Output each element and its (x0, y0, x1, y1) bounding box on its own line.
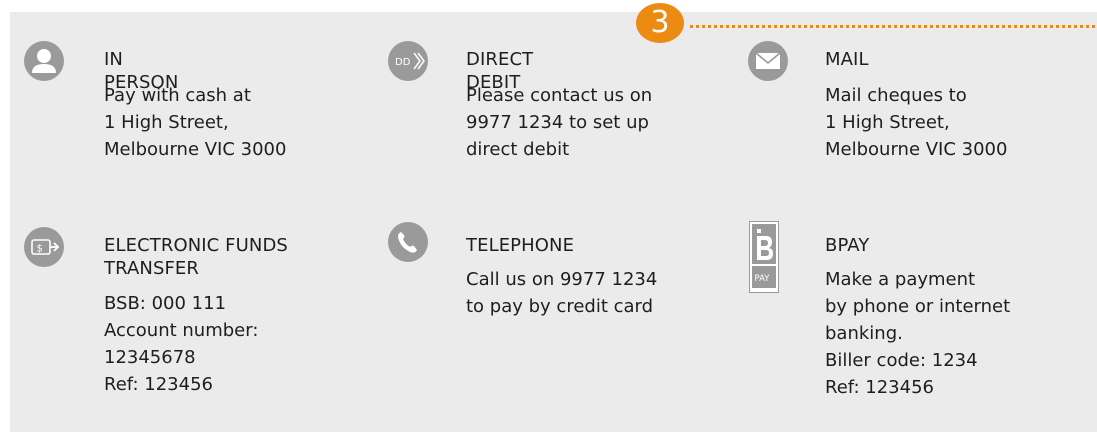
title-line: TRANSFER (104, 258, 200, 279)
detail-line: Mail cheques to (825, 85, 967, 106)
method-details: Make a payment by phone or internet bank… (825, 266, 1010, 401)
detail-line: 9977 1234 to set up (466, 112, 649, 133)
method-details: Call us on 9977 1234 to pay by credit ca… (466, 266, 657, 320)
detail-line: Account number: (104, 320, 259, 341)
detail-line: Melbourne VIC 3000 (104, 139, 287, 160)
detail-line: by phone or internet (825, 296, 1011, 317)
method-details: Pay with cash at 1 High Street, Melbourn… (104, 82, 286, 163)
method-title: BPAY (825, 235, 870, 256)
detail-line: 12345678 (104, 347, 196, 368)
detail-line: Pay with cash at (104, 85, 251, 106)
method-details: BSB: 000 111 Account number: 12345678 Re… (104, 290, 258, 398)
detail-line: Please contact us on (466, 85, 653, 106)
method-details: Mail cheques to 1 High Street, Melbourne… (825, 82, 1007, 163)
detail-line: direct debit (466, 139, 570, 160)
step-number-badge: 3 (636, 3, 684, 43)
detail-line: 1 High Street, (825, 112, 950, 133)
direct-debit-icon: DD (388, 41, 428, 81)
envelope-icon (748, 41, 788, 81)
bpay-logo-icon: PAY (749, 221, 779, 293)
detail-line: banking. (825, 323, 903, 344)
step-dotted-line (690, 25, 1095, 28)
method-details: Please contact us on 9977 1234 to set up… (466, 82, 652, 163)
detail-line: to pay by credit card (466, 296, 654, 317)
detail-line: BSB: 000 111 (104, 293, 227, 314)
bpay-logo-text: PAY (755, 274, 771, 284)
method-title: MAIL (825, 49, 869, 70)
dd-icon-text: DD (395, 57, 411, 68)
title-line: ELECTRONIC FUNDS (104, 235, 288, 256)
detail-line: Ref: 123456 (825, 377, 934, 398)
method-title: ELECTRONIC FUNDS TRANSFER (104, 234, 288, 280)
detail-line: Ref: 123456 (104, 374, 213, 395)
detail-line: Melbourne VIC 3000 (825, 139, 1008, 160)
funds-transfer-icon: $ (24, 227, 64, 267)
detail-line: Make a payment (825, 269, 976, 290)
person-icon (24, 41, 64, 81)
detail-line: Biller code: 1234 (825, 350, 978, 371)
eft-icon-text: $ (37, 244, 43, 255)
detail-line: 1 High Street, (104, 112, 229, 133)
phone-icon (388, 222, 428, 262)
method-title: TELEPHONE (466, 235, 575, 256)
detail-line: Call us on 9977 1234 (466, 269, 658, 290)
